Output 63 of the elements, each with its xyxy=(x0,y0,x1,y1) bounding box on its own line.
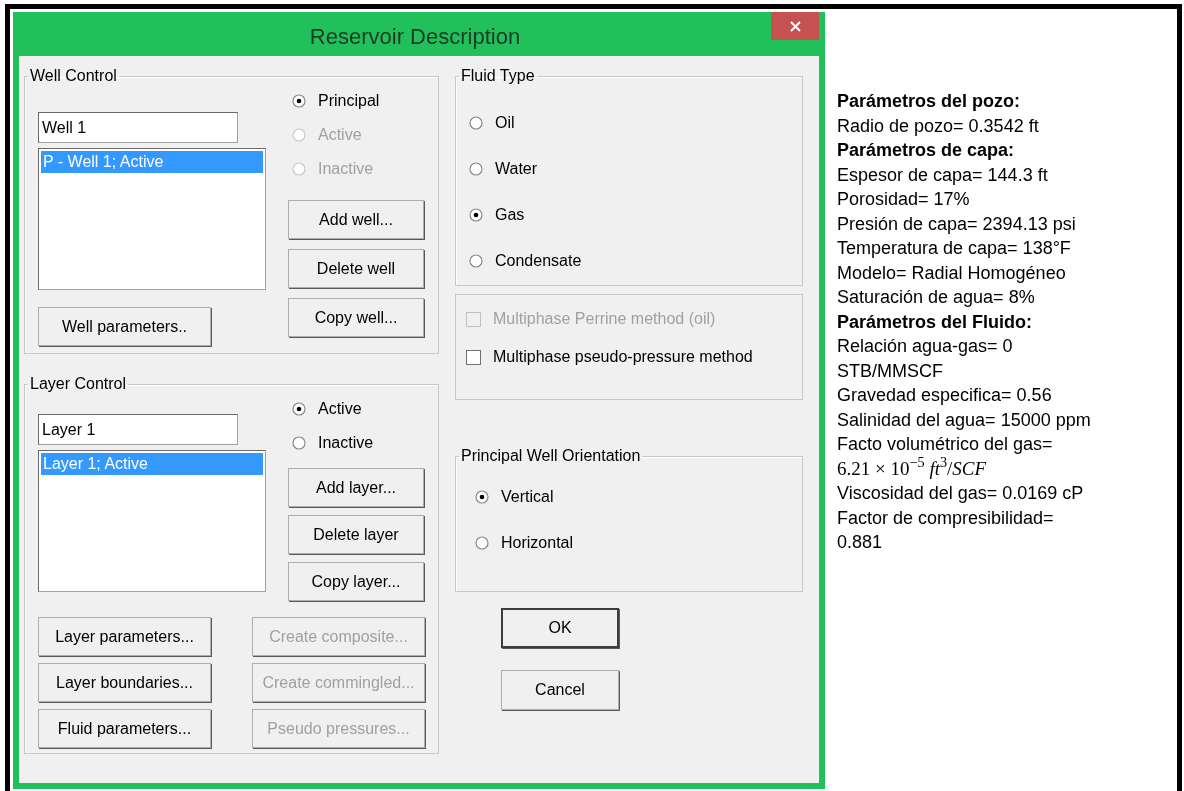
button[interactable]: Layer boundaries... xyxy=(38,663,211,702)
section-heading: Parámetros del pozo: xyxy=(837,90,1022,113)
radio-label: Active xyxy=(318,125,362,145)
radio-label: Oil xyxy=(495,113,515,133)
button[interactable]: Add well... xyxy=(288,200,424,239)
section-heading: Parámetros del Fluido: xyxy=(837,310,1034,334)
radio-button[interactable] xyxy=(292,436,306,450)
radio-label: Inactive xyxy=(318,159,374,179)
radio-label: Water xyxy=(495,159,538,179)
button[interactable]: Delete well xyxy=(288,249,424,288)
section-heading: Parámetros de capa: xyxy=(837,139,1016,162)
group-title: Layer Control xyxy=(29,374,128,394)
radio-button[interactable] xyxy=(469,208,483,222)
parameter-line: Saturación de agua= 8% xyxy=(837,286,1036,309)
checkbox-label: Multiphase Perrine method (oil) xyxy=(493,309,716,329)
group-title: Fluid Type xyxy=(460,66,536,86)
name-field[interactable]: Well 1 xyxy=(38,112,238,143)
parameter-line: Modelo= Radial Homogéneo xyxy=(837,261,1067,285)
parameter-line: STB/MMSCF xyxy=(837,359,944,383)
parameter-line: Viscosidad del gas= 0.0169 cP xyxy=(837,482,1085,505)
button[interactable]: Copy well... xyxy=(288,298,424,337)
button[interactable]: Add layer... xyxy=(288,468,424,507)
button[interactable]: Delete layer xyxy=(288,515,424,554)
radio-button[interactable] xyxy=(469,254,483,268)
parameter-line: Presión de capa= 2394.13 psi xyxy=(837,212,1077,236)
formula-line: 6.21 × 10$^{−5}$ ft$^{3}$/SCF xyxy=(837,456,988,481)
radio-button[interactable] xyxy=(292,94,306,108)
radio-label: Inactive xyxy=(318,433,374,453)
parameter-line: 0.881 xyxy=(837,531,884,554)
well-parameters-button[interactable]: Well parameters.. xyxy=(38,307,211,346)
name-field[interactable]: Layer 1 xyxy=(38,414,238,445)
parameter-line: Radio de pozo= 0.3542 ft xyxy=(837,114,1040,138)
dialog-button[interactable]: Cancel xyxy=(501,670,619,710)
checkbox[interactable] xyxy=(466,349,481,365)
radio-button[interactable] xyxy=(475,536,489,550)
parameter-line: Temperatura de capa= 138°F xyxy=(837,237,1072,260)
button[interactable]: Fluid parameters... xyxy=(38,709,211,748)
radio-label: Horizontal xyxy=(501,533,574,553)
dialog-button[interactable]: OK xyxy=(501,608,619,648)
button[interactable]: Copy layer... xyxy=(288,562,424,601)
parameter-line: Espesor de capa= 144.3 ft xyxy=(837,163,1049,187)
radio-button[interactable] xyxy=(469,162,483,176)
group-title: Principal Well Orientation xyxy=(460,446,642,466)
parameter-line: Facto volumétrico del gas= xyxy=(837,433,1054,456)
parameter-line: Porosidad= 17% xyxy=(837,188,971,211)
radio-label: Principal xyxy=(318,91,380,111)
checkbox-label: Multiphase pseudo-pressure method xyxy=(493,347,753,367)
radio-label: Vertical xyxy=(501,487,554,507)
close-button[interactable] xyxy=(771,12,819,40)
radio-button[interactable] xyxy=(292,402,306,416)
radio-button[interactable] xyxy=(469,116,483,130)
parameter-line: Salinidad del agua= 15000 ppm xyxy=(837,408,1092,432)
group-title: Well Control xyxy=(29,66,118,86)
radio-button[interactable] xyxy=(475,490,489,504)
radio-label: Condensate xyxy=(495,251,582,271)
parameter-line: Relación agua-gas= 0 xyxy=(837,335,1014,358)
button[interactable]: Layer parameters... xyxy=(38,617,211,656)
radio-label: Gas xyxy=(495,205,525,225)
window-title: Reservoir Description xyxy=(308,23,522,51)
close-icon xyxy=(789,20,801,32)
radio-label: Active xyxy=(318,399,362,419)
parameter-line: Factor de compresibilidad= xyxy=(837,506,1055,530)
parameter-line: Gravedad especifica= 0.56 xyxy=(837,384,1053,407)
